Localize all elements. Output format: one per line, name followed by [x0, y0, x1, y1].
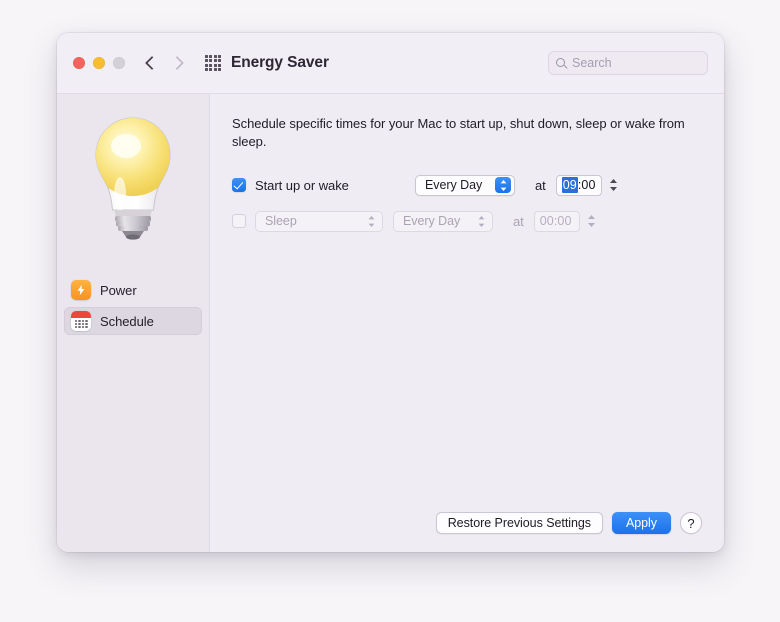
at-label: at [513, 214, 524, 229]
window-titlebar: Energy Saver Search [57, 33, 724, 94]
search-icon [556, 58, 567, 69]
energy-saver-window: Energy Saver Search [57, 33, 724, 552]
traffic-lights [73, 57, 125, 69]
startup-time-value: 09:00 [562, 178, 596, 192]
zoom-button[interactable] [113, 57, 125, 69]
sidebar-item-power[interactable]: Power [64, 276, 202, 304]
sleep-time-stepper[interactable] [584, 211, 599, 232]
startup-time-field[interactable]: 09:00 [556, 175, 621, 196]
sleep-checkbox[interactable] [232, 214, 246, 228]
sleep-time-input[interactable]: 00:00 [534, 211, 580, 232]
help-button[interactable]: ? [680, 512, 702, 534]
startup-or-wake-checkbox[interactable] [232, 178, 246, 192]
forward-chevron-icon [172, 54, 183, 72]
startup-day-select[interactable]: Every Day [415, 175, 515, 196]
navigation-buttons [145, 54, 183, 72]
sleep-day-select[interactable]: Every Day [393, 211, 493, 232]
footer-buttons: Restore Previous Settings Apply ? [436, 512, 702, 534]
search-field[interactable]: Search [548, 51, 708, 75]
power-bolt-icon [71, 280, 91, 300]
sidebar-item-label: Schedule [100, 314, 154, 329]
content-pane: Schedule specific times for your Mac to … [210, 94, 724, 552]
startup-time-minutes: :00 [578, 178, 596, 192]
search-placeholder: Search [572, 56, 612, 70]
sleep-action-select-value: Sleep [265, 214, 297, 228]
close-button[interactable] [73, 57, 85, 69]
window-body: Power Schedule Schedule s [57, 94, 724, 552]
startup-or-wake-label: Start up or wake [255, 178, 415, 193]
schedule-row-startup: Start up or wake Every Day at 09:00 [232, 172, 702, 199]
startup-time-hour-selected: 09 [562, 177, 578, 193]
schedule-row-sleep: Sleep Every Day [232, 208, 702, 235]
minimize-button[interactable] [93, 57, 105, 69]
chevron-updown-icon [473, 213, 489, 229]
startup-time-stepper[interactable] [606, 175, 621, 196]
chevron-updown-icon [363, 213, 379, 229]
calendar-icon [71, 311, 91, 331]
sidebar: Power Schedule [57, 94, 210, 552]
sidebar-item-label: Power [100, 283, 137, 298]
sleep-action-select[interactable]: Sleep [255, 211, 383, 232]
at-label: at [535, 178, 546, 193]
back-chevron-icon[interactable] [145, 54, 156, 72]
restore-previous-settings-button[interactable]: Restore Previous Settings [436, 512, 603, 534]
sidebar-item-schedule[interactable]: Schedule [64, 307, 202, 335]
apply-button[interactable]: Apply [612, 512, 671, 534]
sleep-time-value: 00:00 [540, 214, 572, 228]
sleep-day-select-value: Every Day [403, 214, 460, 228]
sidebar-list: Power Schedule [57, 276, 209, 338]
lightbulb-illustration [57, 108, 209, 248]
startup-day-select-value: Every Day [425, 178, 482, 192]
startup-time-input[interactable]: 09:00 [556, 175, 602, 196]
chevron-updown-icon [495, 177, 511, 193]
page-title: Energy Saver [231, 54, 329, 72]
app-grid-icon[interactable] [205, 55, 221, 71]
schedule-description: Schedule specific times for your Mac to … [232, 115, 694, 152]
sleep-time-field[interactable]: 00:00 [534, 211, 599, 232]
